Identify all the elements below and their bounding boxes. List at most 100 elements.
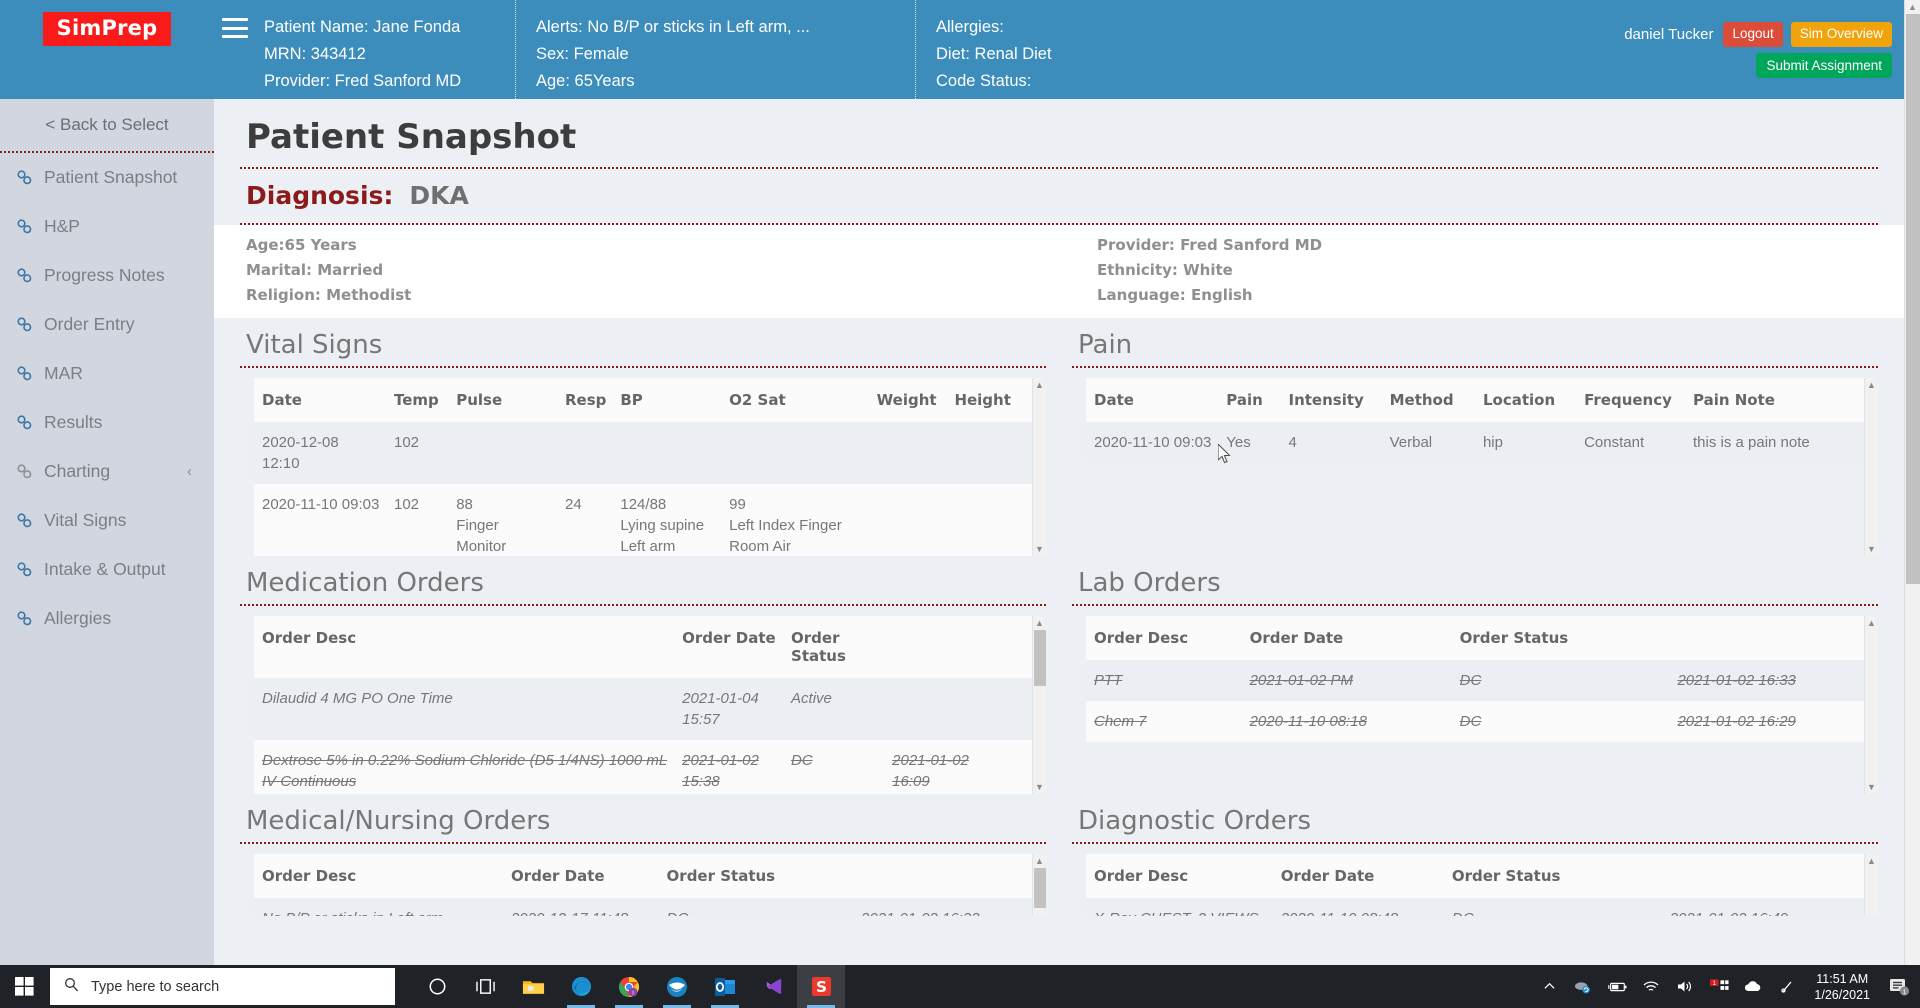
taskbar-clock[interactable]: 11:51 AM 1/26/2021 xyxy=(1804,971,1880,1003)
outlook-icon[interactable] xyxy=(701,965,749,1008)
action-center-icon[interactable]: 1 xyxy=(1880,965,1920,1008)
panel-title: Medication Orders xyxy=(246,568,484,598)
cell-intensity: 4 xyxy=(1280,422,1382,463)
panel-medical-nursing-orders: Medical/Nursing Orders Order Desc Order … xyxy=(240,794,1046,916)
cell-order-desc[interactable]: No B/P or sticks in Left arm xyxy=(254,898,503,916)
pain-scrollbar[interactable]: ▲ ▼ xyxy=(1864,378,1878,556)
demographics-block: Age:65 Years Marital: Married Religion: … xyxy=(214,225,1904,318)
page-scroll-thumb[interactable] xyxy=(1906,14,1920,584)
lab-orders-scrollbar[interactable]: ▲ ▼ xyxy=(1864,616,1878,794)
vscode-icon[interactable] xyxy=(749,965,797,1008)
cell-order-desc[interactable]: Chem 7 xyxy=(1086,701,1242,742)
scroll-thumb[interactable] xyxy=(1034,868,1046,908)
scroll-down-arrow-icon[interactable]: ▼ xyxy=(1033,781,1046,793)
col-order-date: Order Date xyxy=(1272,854,1444,898)
scroll-down-arrow-icon[interactable]: ▼ xyxy=(1865,543,1878,555)
scroll-up-arrow-icon[interactable]: ▲ xyxy=(1033,855,1046,867)
sim-overview-button[interactable]: Sim Overview xyxy=(1790,22,1892,47)
col-order-desc: Order Desc xyxy=(254,616,675,678)
table-row[interactable]: Dilaudid 4 MG PO One Time 2021-01-04 15:… xyxy=(254,678,1032,740)
diet-value: Renal Diet xyxy=(974,45,1052,63)
scroll-up-arrow-icon[interactable]: ▲ xyxy=(1865,617,1878,629)
cell-order-desc[interactable]: Dextrose 5% in 0.22% Sodium Chloride (D5… xyxy=(254,740,675,794)
sidebar-item-label: Patient Snapshot xyxy=(44,167,178,187)
cell-weight xyxy=(868,484,947,556)
sidebar-item-results[interactable]: Results xyxy=(0,398,214,447)
page-scrollbar[interactable]: ▲ xyxy=(1904,0,1920,965)
table-row[interactable]: PTT 2021-01-02 PM DC 2021-01-02 16:33 xyxy=(1086,660,1864,701)
scroll-down-arrow-icon[interactable]: ▼ xyxy=(1865,781,1878,793)
demographic-age: Age:65 Years xyxy=(246,236,357,254)
col-location: Location xyxy=(1474,378,1577,422)
wifi-icon[interactable] xyxy=(1634,965,1668,1008)
scroll-up-arrow-icon[interactable]: ▲ xyxy=(1865,855,1878,867)
diagnostic-orders-scrollbar[interactable]: ▲ xyxy=(1864,854,1878,916)
notification-badge-icon[interactable]: 1 xyxy=(1702,965,1736,1008)
pen-icon[interactable] xyxy=(1770,965,1804,1008)
vital-signs-table: Date Temp Pulse Resp BP O2 Sat Weight He… xyxy=(254,378,1032,556)
file-explorer-icon[interactable] xyxy=(509,965,557,1008)
thunderbird-icon[interactable] xyxy=(653,965,701,1008)
scroll-down-arrow-icon[interactable]: ▼ xyxy=(1033,543,1046,555)
sidebar-item-charting[interactable]: Charting ‹ xyxy=(0,447,214,496)
scroll-thumb[interactable] xyxy=(1034,630,1046,686)
cell-order-status: Active xyxy=(783,678,885,740)
sidebar-item-label: Progress Notes xyxy=(44,265,165,285)
network-sync-icon[interactable] xyxy=(1566,965,1600,1008)
cell-order-desc[interactable]: X-Ray CHEST, 2 VIEWS xyxy=(1086,898,1273,916)
col-pain-note: Pain Note xyxy=(1685,378,1864,422)
col-order-desc: Order Desc xyxy=(1086,854,1273,898)
bp-position: Lying supine xyxy=(620,517,705,534)
logout-button[interactable]: Logout xyxy=(1723,22,1783,47)
age-line: Age: 65Years xyxy=(536,68,915,95)
sidebar-item-intake-output[interactable]: Intake & Output xyxy=(0,545,214,594)
snagit-icon[interactable]: S xyxy=(797,965,845,1008)
search-input[interactable]: Type here to search xyxy=(50,968,395,1005)
submit-assignment-button[interactable]: Submit Assignment xyxy=(1756,52,1892,78)
table-row[interactable]: Dextrose 5% in 0.22% Sodium Chloride (D5… xyxy=(254,740,1032,794)
cortana-icon[interactable] xyxy=(413,965,461,1008)
app-logo[interactable]: SimPrep xyxy=(42,12,172,46)
vital-signs-table-wrap: Date Temp Pulse Resp BP O2 Sat Weight He… xyxy=(240,378,1046,556)
col-intensity: Intensity xyxy=(1280,378,1382,422)
cell-order-desc[interactable]: PTT xyxy=(1086,660,1242,701)
vital-signs-scrollbar[interactable]: ▲ ▼ xyxy=(1032,378,1046,556)
sidebar-item-order-entry[interactable]: Order Entry xyxy=(0,300,214,349)
table-row[interactable]: Chem 7 2020-11-10 08:18 DC 2021-01-02 16… xyxy=(1086,701,1864,742)
table-row[interactable]: 2020-12-08 12:10 102 xyxy=(254,422,1032,484)
medication-orders-scrollbar[interactable]: ▲ ▼ xyxy=(1032,616,1046,794)
scroll-up-arrow-icon[interactable]: ▲ xyxy=(1865,379,1878,391)
cell-order-status: DC xyxy=(1443,898,1662,916)
panel-title: Lab Orders xyxy=(1078,568,1221,598)
edge-icon[interactable] xyxy=(557,965,605,1008)
sex-label: Sex: xyxy=(536,45,570,63)
back-to-select-link[interactable]: < Back to Select xyxy=(0,99,214,151)
start-button-icon[interactable] xyxy=(0,965,48,1008)
hamburger-icon[interactable] xyxy=(222,18,248,38)
sidebar-item-vital-signs[interactable]: Vital Signs xyxy=(0,496,214,545)
scroll-up-arrow-icon[interactable]: ▲ xyxy=(1033,379,1046,391)
table-row[interactable]: X-Ray CHEST, 2 VIEWS 2020-11-10 08:48 DC… xyxy=(1086,898,1864,916)
system-tray: 1 11:51 AM 1/26/2021 1 xyxy=(1532,965,1920,1008)
cell-temp: 102 xyxy=(386,422,449,484)
medical-nursing-orders-scrollbar[interactable]: ▲ xyxy=(1032,854,1046,916)
table-row[interactable]: No B/P or sticks in Left arm 2020-12-17 … xyxy=(254,898,1032,916)
sidebar-item-patient-snapshot[interactable]: Patient Snapshot xyxy=(0,153,214,202)
battery-icon[interactable] xyxy=(1600,965,1634,1008)
chrome-icon[interactable]: i xyxy=(605,965,653,1008)
table-row[interactable]: 2020-11-10 09:03 Yes 4 Verbal hip Consta… xyxy=(1086,422,1864,463)
volume-icon[interactable] xyxy=(1668,965,1702,1008)
scroll-up-arrow-icon[interactable]: ▲ xyxy=(1033,617,1046,629)
page-scroll-up-arrow-icon[interactable]: ▲ xyxy=(1905,2,1920,12)
cell-order-desc[interactable]: Dilaudid 4 MG PO One Time xyxy=(254,678,675,740)
medical-nursing-orders-table-wrap: Order Desc Order Date Order Status No B/… xyxy=(240,854,1046,916)
task-view-icon[interactable] xyxy=(461,965,509,1008)
sidebar-item-mar[interactable]: MAR xyxy=(0,349,214,398)
onedrive-icon[interactable] xyxy=(1736,965,1770,1008)
show-hidden-icons-chevron-icon[interactable] xyxy=(1532,965,1566,1008)
table-row[interactable]: 2020-11-10 09:03 102 88 Finger Monitor 2… xyxy=(254,484,1032,556)
diet-label: Diet: xyxy=(936,45,970,63)
sidebar-item-hp[interactable]: H&P xyxy=(0,202,214,251)
sidebar-item-progress-notes[interactable]: Progress Notes xyxy=(0,251,214,300)
sidebar-item-allergies[interactable]: Allergies xyxy=(0,594,214,643)
